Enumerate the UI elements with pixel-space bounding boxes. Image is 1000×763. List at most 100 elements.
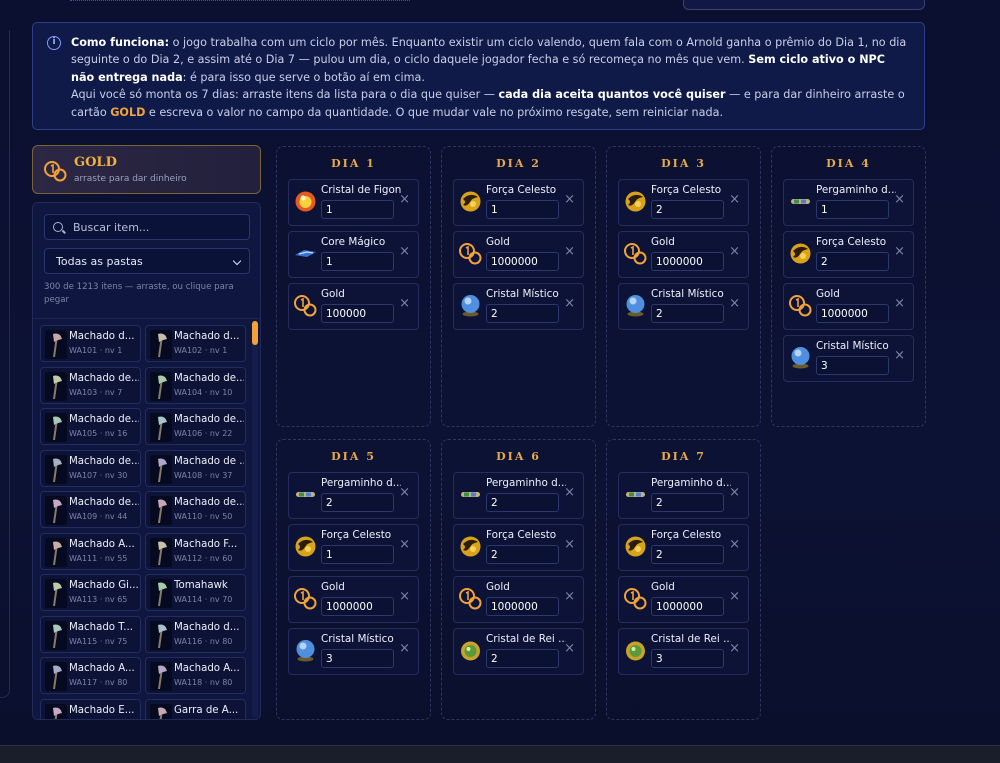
item-card[interactable]: Machado F... WA112 · nv 60: [145, 532, 246, 570]
quantity-input[interactable]: [321, 304, 394, 323]
quantity-input[interactable]: [651, 252, 724, 271]
reward-slot[interactable]: Gold ×: [618, 576, 749, 623]
folder-select[interactable]: Todas as pastas: [44, 248, 250, 274]
item-card[interactable]: Machado A... WA111 · nv 55: [40, 532, 141, 570]
item-card[interactable]: Machado A... WA117 · nv 80: [40, 657, 141, 694]
remove-reward-button[interactable]: ×: [729, 538, 740, 552]
remove-reward-button[interactable]: ×: [894, 297, 905, 311]
item-card[interactable]: Machado d... WA116 · nv 80: [145, 615, 246, 653]
item-card[interactable]: Machado d... WA102 · nv 1: [145, 325, 246, 362]
reward-slot[interactable]: Cristal de Rei ...×: [618, 628, 749, 675]
remove-reward-button[interactable]: ×: [564, 193, 575, 207]
reward-slot[interactable]: Pergaminho d...×: [453, 472, 584, 519]
reward-slot[interactable]: Cristal de Rei ...×: [453, 628, 584, 675]
quantity-input[interactable]: [486, 304, 559, 323]
remove-reward-button[interactable]: ×: [564, 486, 575, 500]
item-card[interactable]: Machado de... WA105 · nv 16: [40, 408, 141, 445]
reward-slot[interactable]: Cristal Místico ×: [453, 283, 584, 330]
remove-reward-button[interactable]: ×: [399, 538, 410, 552]
remove-reward-button[interactable]: ×: [564, 245, 575, 259]
quantity-input[interactable]: [321, 200, 394, 219]
search-input[interactable]: [73, 215, 243, 239]
quantity-input[interactable]: [486, 545, 559, 564]
remove-reward-button[interactable]: ×: [894, 245, 905, 259]
remove-reward-button[interactable]: ×: [729, 486, 740, 500]
item-list-scrollbar[interactable]: [252, 321, 258, 717]
reward-slot[interactable]: Core Mágico ×: [288, 231, 419, 278]
reward-slot[interactable]: Gold ×: [288, 283, 419, 330]
quantity-input[interactable]: [816, 304, 889, 323]
remove-reward-button[interactable]: ×: [894, 349, 905, 363]
remove-reward-button[interactable]: ×: [729, 297, 740, 311]
reward-slot[interactable]: Gold ×: [783, 283, 914, 330]
reward-slot[interactable]: Força Celesto ×: [618, 179, 749, 226]
scrollbar-thumb[interactable]: [252, 321, 258, 345]
quantity-input[interactable]: [321, 597, 394, 616]
quantity-input[interactable]: [321, 545, 394, 564]
gold-card[interactable]: GOLD arraste para dar dinheiro: [32, 145, 261, 194]
reward-slot[interactable]: Gold ×: [618, 231, 749, 278]
remove-reward-button[interactable]: ×: [399, 642, 410, 656]
quantity-input[interactable]: [816, 252, 889, 271]
reward-slot[interactable]: Pergaminho d...×: [288, 472, 419, 519]
item-card[interactable]: Machado de... WA109 · nv 44: [40, 491, 141, 528]
quantity-input[interactable]: [651, 545, 724, 564]
reward-slot[interactable]: Força Celesto ×: [783, 231, 914, 278]
day-column[interactable]: DIA 1Cristal de Figon×Core Mágico×Gold×: [276, 146, 431, 427]
remove-reward-button[interactable]: ×: [729, 590, 740, 604]
reward-slot[interactable]: Pergaminho d...×: [618, 472, 749, 519]
quantity-input[interactable]: [651, 649, 724, 668]
quantity-input[interactable]: [321, 649, 394, 668]
reward-slot[interactable]: Cristal Místico ×: [618, 283, 749, 330]
item-card[interactable]: Machado de... WA104 · nv 10: [145, 366, 246, 404]
item-card[interactable]: Machado T... WA115 · nv 75: [40, 615, 141, 653]
quantity-input[interactable]: [651, 304, 724, 323]
remove-reward-button[interactable]: ×: [564, 642, 575, 656]
remove-reward-button[interactable]: ×: [399, 193, 410, 207]
reward-slot[interactable]: Pergaminho d...×: [783, 179, 914, 226]
remove-reward-button[interactable]: ×: [564, 538, 575, 552]
remove-reward-button[interactable]: ×: [729, 245, 740, 259]
item-card[interactable]: Machado d... WA101 · nv 1: [40, 325, 141, 362]
quantity-input[interactable]: [651, 597, 724, 616]
remove-reward-button[interactable]: ×: [399, 297, 410, 311]
item-card[interactable]: Machado Gi... WA113 · nv 65: [40, 574, 141, 611]
reward-slot[interactable]: Cristal Místico ×: [783, 335, 914, 382]
quantity-input[interactable]: [816, 200, 889, 219]
day-column[interactable]: DIA 7Pergaminho d...×Força Celesto×Gold×…: [606, 439, 761, 720]
reward-slot[interactable]: Gold ×: [453, 576, 584, 623]
quantity-input[interactable]: [486, 649, 559, 668]
reward-slot[interactable]: Gold ×: [288, 576, 419, 623]
remove-reward-button[interactable]: ×: [729, 193, 740, 207]
reward-slot[interactable]: Força Celesto ×: [288, 524, 419, 571]
quantity-input[interactable]: [486, 597, 559, 616]
item-card[interactable]: Machado de... WA106 · nv 22: [145, 408, 246, 445]
quantity-input[interactable]: [486, 200, 559, 219]
remove-reward-button[interactable]: ×: [894, 193, 905, 207]
remove-reward-button[interactable]: ×: [399, 486, 410, 500]
item-card[interactable]: Machado de... WA103 · nv 7: [40, 366, 141, 404]
remove-reward-button[interactable]: ×: [729, 642, 740, 656]
quantity-input[interactable]: [321, 252, 394, 271]
day-column[interactable]: DIA 5Pergaminho d...×Força Celesto×Gold×…: [276, 439, 431, 720]
quantity-input[interactable]: [486, 252, 559, 271]
item-card[interactable]: Machado E...: [40, 698, 141, 719]
remove-reward-button[interactable]: ×: [399, 590, 410, 604]
item-card[interactable]: Garra de Á...: [145, 698, 246, 719]
reward-slot[interactable]: Força Celesto ×: [453, 524, 584, 571]
reward-slot[interactable]: Força Celesto ×: [453, 179, 584, 226]
item-card[interactable]: Machado de... WA107 · nv 30: [40, 449, 141, 487]
top-button-fragment[interactable]: [683, 0, 925, 10]
day-column[interactable]: DIA 4Pergaminho d...×Força Celesto×Gold×…: [771, 146, 926, 427]
quantity-input[interactable]: [651, 200, 724, 219]
remove-reward-button[interactable]: ×: [564, 297, 575, 311]
item-card[interactable]: Tomahawk WA114 · nv 70: [145, 574, 246, 611]
quantity-input[interactable]: [486, 493, 559, 512]
search-box[interactable]: [44, 214, 250, 240]
remove-reward-button[interactable]: ×: [564, 590, 575, 604]
remove-reward-button[interactable]: ×: [399, 245, 410, 259]
quantity-input[interactable]: [651, 493, 724, 512]
reward-slot[interactable]: Cristal Místico ×: [288, 628, 419, 675]
quantity-input[interactable]: [816, 356, 889, 375]
item-card[interactable]: Machado A... WA118 · nv 80: [145, 657, 246, 694]
